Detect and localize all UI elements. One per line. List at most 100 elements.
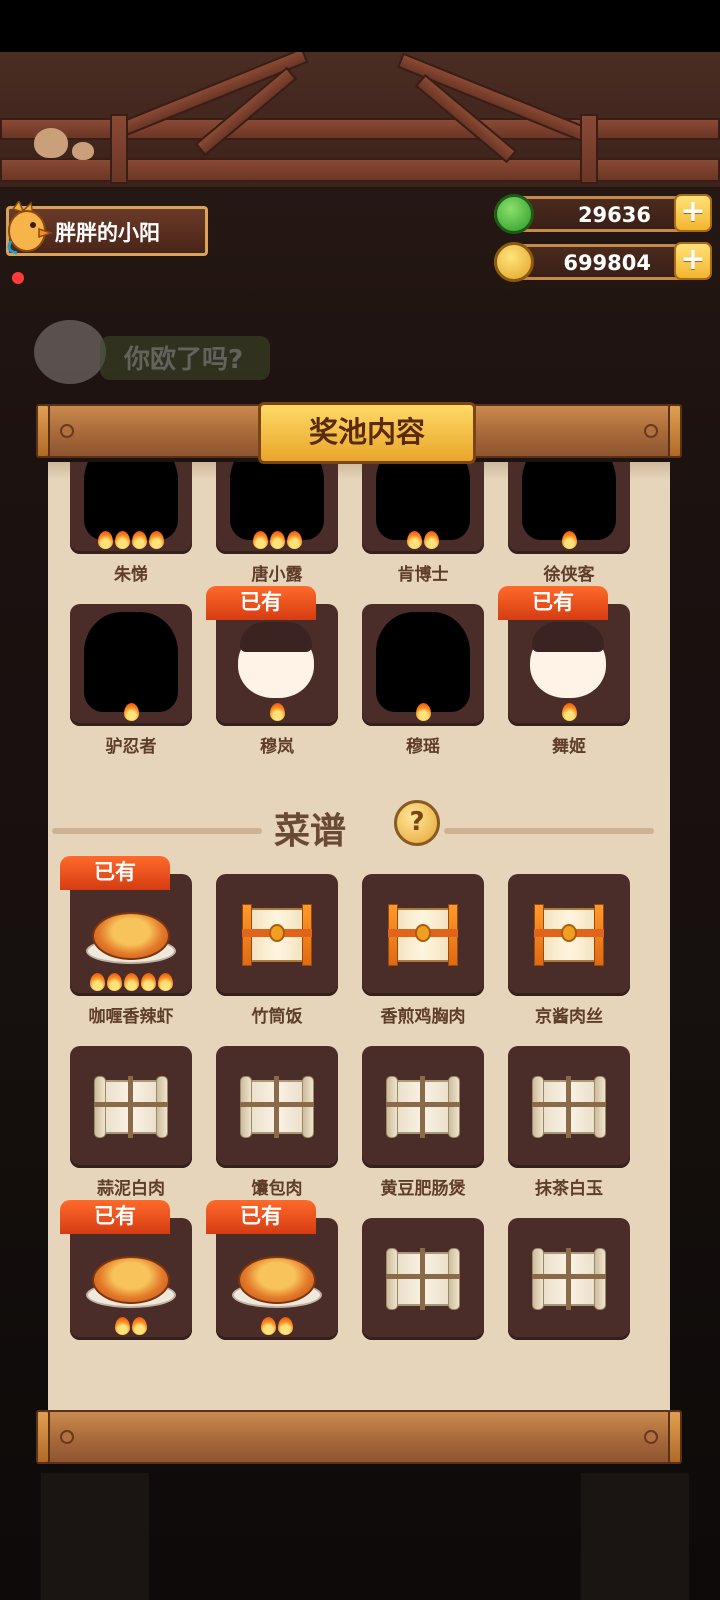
recipe-card[interactable] [508, 1046, 630, 1168]
scroll-roll [448, 1076, 460, 1138]
recipe-card[interactable] [362, 874, 484, 996]
flame-icon [123, 703, 139, 721]
recipe-card[interactable] [70, 874, 192, 996]
roof-post [580, 114, 598, 184]
flame-icon [115, 531, 130, 549]
recipe-card[interactable] [216, 1046, 338, 1168]
flame-icon [132, 1317, 147, 1335]
scroll-rope [274, 1076, 279, 1138]
flame-icon [415, 703, 431, 721]
recipe-card[interactable] [508, 1218, 630, 1340]
character-card[interactable] [508, 462, 630, 554]
scroll-bow [415, 924, 431, 942]
flame-icon [115, 1317, 130, 1335]
add-jade-button[interactable]: + [674, 194, 712, 232]
owned-badge: 已有 [206, 1200, 316, 1234]
slogan-banner: 你欧了吗? [100, 336, 270, 380]
owned-badge: 已有 [206, 586, 316, 620]
card-name: 竹筒饭 [251, 1007, 303, 1027]
character-card[interactable] [70, 462, 192, 554]
recipe-scroll-icon [534, 904, 604, 966]
card-name: 京酱肉丝 [535, 1007, 603, 1027]
rod-cap [36, 1410, 50, 1464]
recipe-scroll-icon [388, 904, 458, 966]
scroll-roll [532, 1076, 544, 1138]
recipe-card[interactable] [216, 874, 338, 996]
locked-silhouette [230, 462, 324, 540]
flame-icon [89, 973, 105, 991]
recipe-section-title: 菜谱 [273, 811, 346, 852]
scroll-rope [128, 1076, 133, 1138]
flame-icon [123, 973, 139, 991]
locked-scroll-icon [386, 1248, 460, 1310]
locked-scroll-icon [386, 1076, 460, 1138]
character-card[interactable] [508, 604, 630, 726]
locked-scroll-icon [240, 1076, 314, 1138]
add-gold-button[interactable]: + [674, 242, 712, 280]
jade-coin-icon [494, 194, 534, 234]
panel-title: 奖池内容 [258, 402, 476, 464]
rod-nail [60, 424, 74, 438]
player-badge[interactable]: 胖胖的小阳 [6, 201, 208, 256]
dish-icon [92, 1256, 170, 1304]
owned-badge: 已有 [498, 586, 608, 620]
locked-silhouette [376, 612, 470, 712]
recipe-card[interactable] [70, 1046, 192, 1168]
card-name: 驴忍者 [105, 737, 157, 757]
rarity-flames [508, 703, 630, 724]
roof-beams [0, 52, 720, 187]
rarity-flames [70, 973, 192, 994]
character-card[interactable] [216, 604, 338, 726]
flame-icon [261, 1317, 276, 1335]
scroll-roll [386, 1076, 398, 1138]
card-name: 香煎鸡胸肉 [380, 1007, 466, 1027]
card-name: 蒜泥白肉 [97, 1179, 165, 1199]
rod-cap [36, 404, 50, 458]
character-card[interactable] [216, 462, 338, 554]
rarity-flames [70, 531, 192, 552]
floor-silhouette [580, 1472, 690, 1600]
flame-icon [252, 531, 268, 549]
card-name: 抹茶白玉 [535, 1179, 603, 1199]
jade-amount: 29636 [577, 203, 651, 227]
card-name: 穆岚 [260, 737, 294, 757]
flame-icon [106, 973, 122, 991]
flame-icon [140, 973, 156, 991]
gold-coin-icon [494, 242, 534, 282]
card-name: 馕包肉 [251, 1179, 303, 1199]
locked-silhouette [522, 462, 616, 540]
rarity-flames [508, 531, 630, 552]
card-name: 黄豆肥肠煲 [380, 1179, 466, 1199]
recipe-scroll-icon [242, 904, 312, 966]
help-button[interactable]: ? [394, 800, 440, 846]
scroll-bow [269, 924, 285, 942]
scroll-roll [302, 1076, 314, 1138]
card-name: 舞姬 [552, 737, 586, 757]
rod-cap [668, 1410, 682, 1464]
scroll-rope [566, 1248, 571, 1310]
rarity-flames [216, 531, 338, 552]
locked-silhouette [84, 462, 178, 540]
flame-icon [424, 531, 439, 549]
card-name: 肯博士 [397, 565, 449, 585]
character-card[interactable] [362, 604, 484, 726]
recipe-card[interactable] [508, 874, 630, 996]
flame-icon [561, 703, 577, 721]
character-card[interactable] [362, 462, 484, 554]
locked-scroll-icon [94, 1076, 168, 1138]
recipe-card[interactable] [362, 1046, 484, 1168]
scroll-bow [561, 924, 577, 942]
bird-mascot-icon [34, 320, 106, 384]
recipe-card[interactable] [216, 1218, 338, 1340]
flame-icon [269, 703, 285, 721]
card-name: 咖喱香辣虾 [88, 1007, 174, 1027]
recipe-card[interactable] [70, 1218, 192, 1340]
character-card[interactable] [70, 604, 192, 726]
locked-silhouette [376, 462, 470, 540]
owned-badge: 已有 [60, 1200, 170, 1234]
flame-icon [407, 531, 422, 549]
card-name: 穆瑶 [406, 737, 440, 757]
recipe-card[interactable] [362, 1218, 484, 1340]
flame-icon [269, 531, 285, 549]
prize-pool-panel[interactable]: 朱悌 唐小露 肯博士 徐侠客 驴忍者 已有 穆岚 穆瑶 已有 舞姬 已有 咖喱香辣虾 竹筒饭 香煎鸡胸肉京… [48, 462, 670, 1412]
